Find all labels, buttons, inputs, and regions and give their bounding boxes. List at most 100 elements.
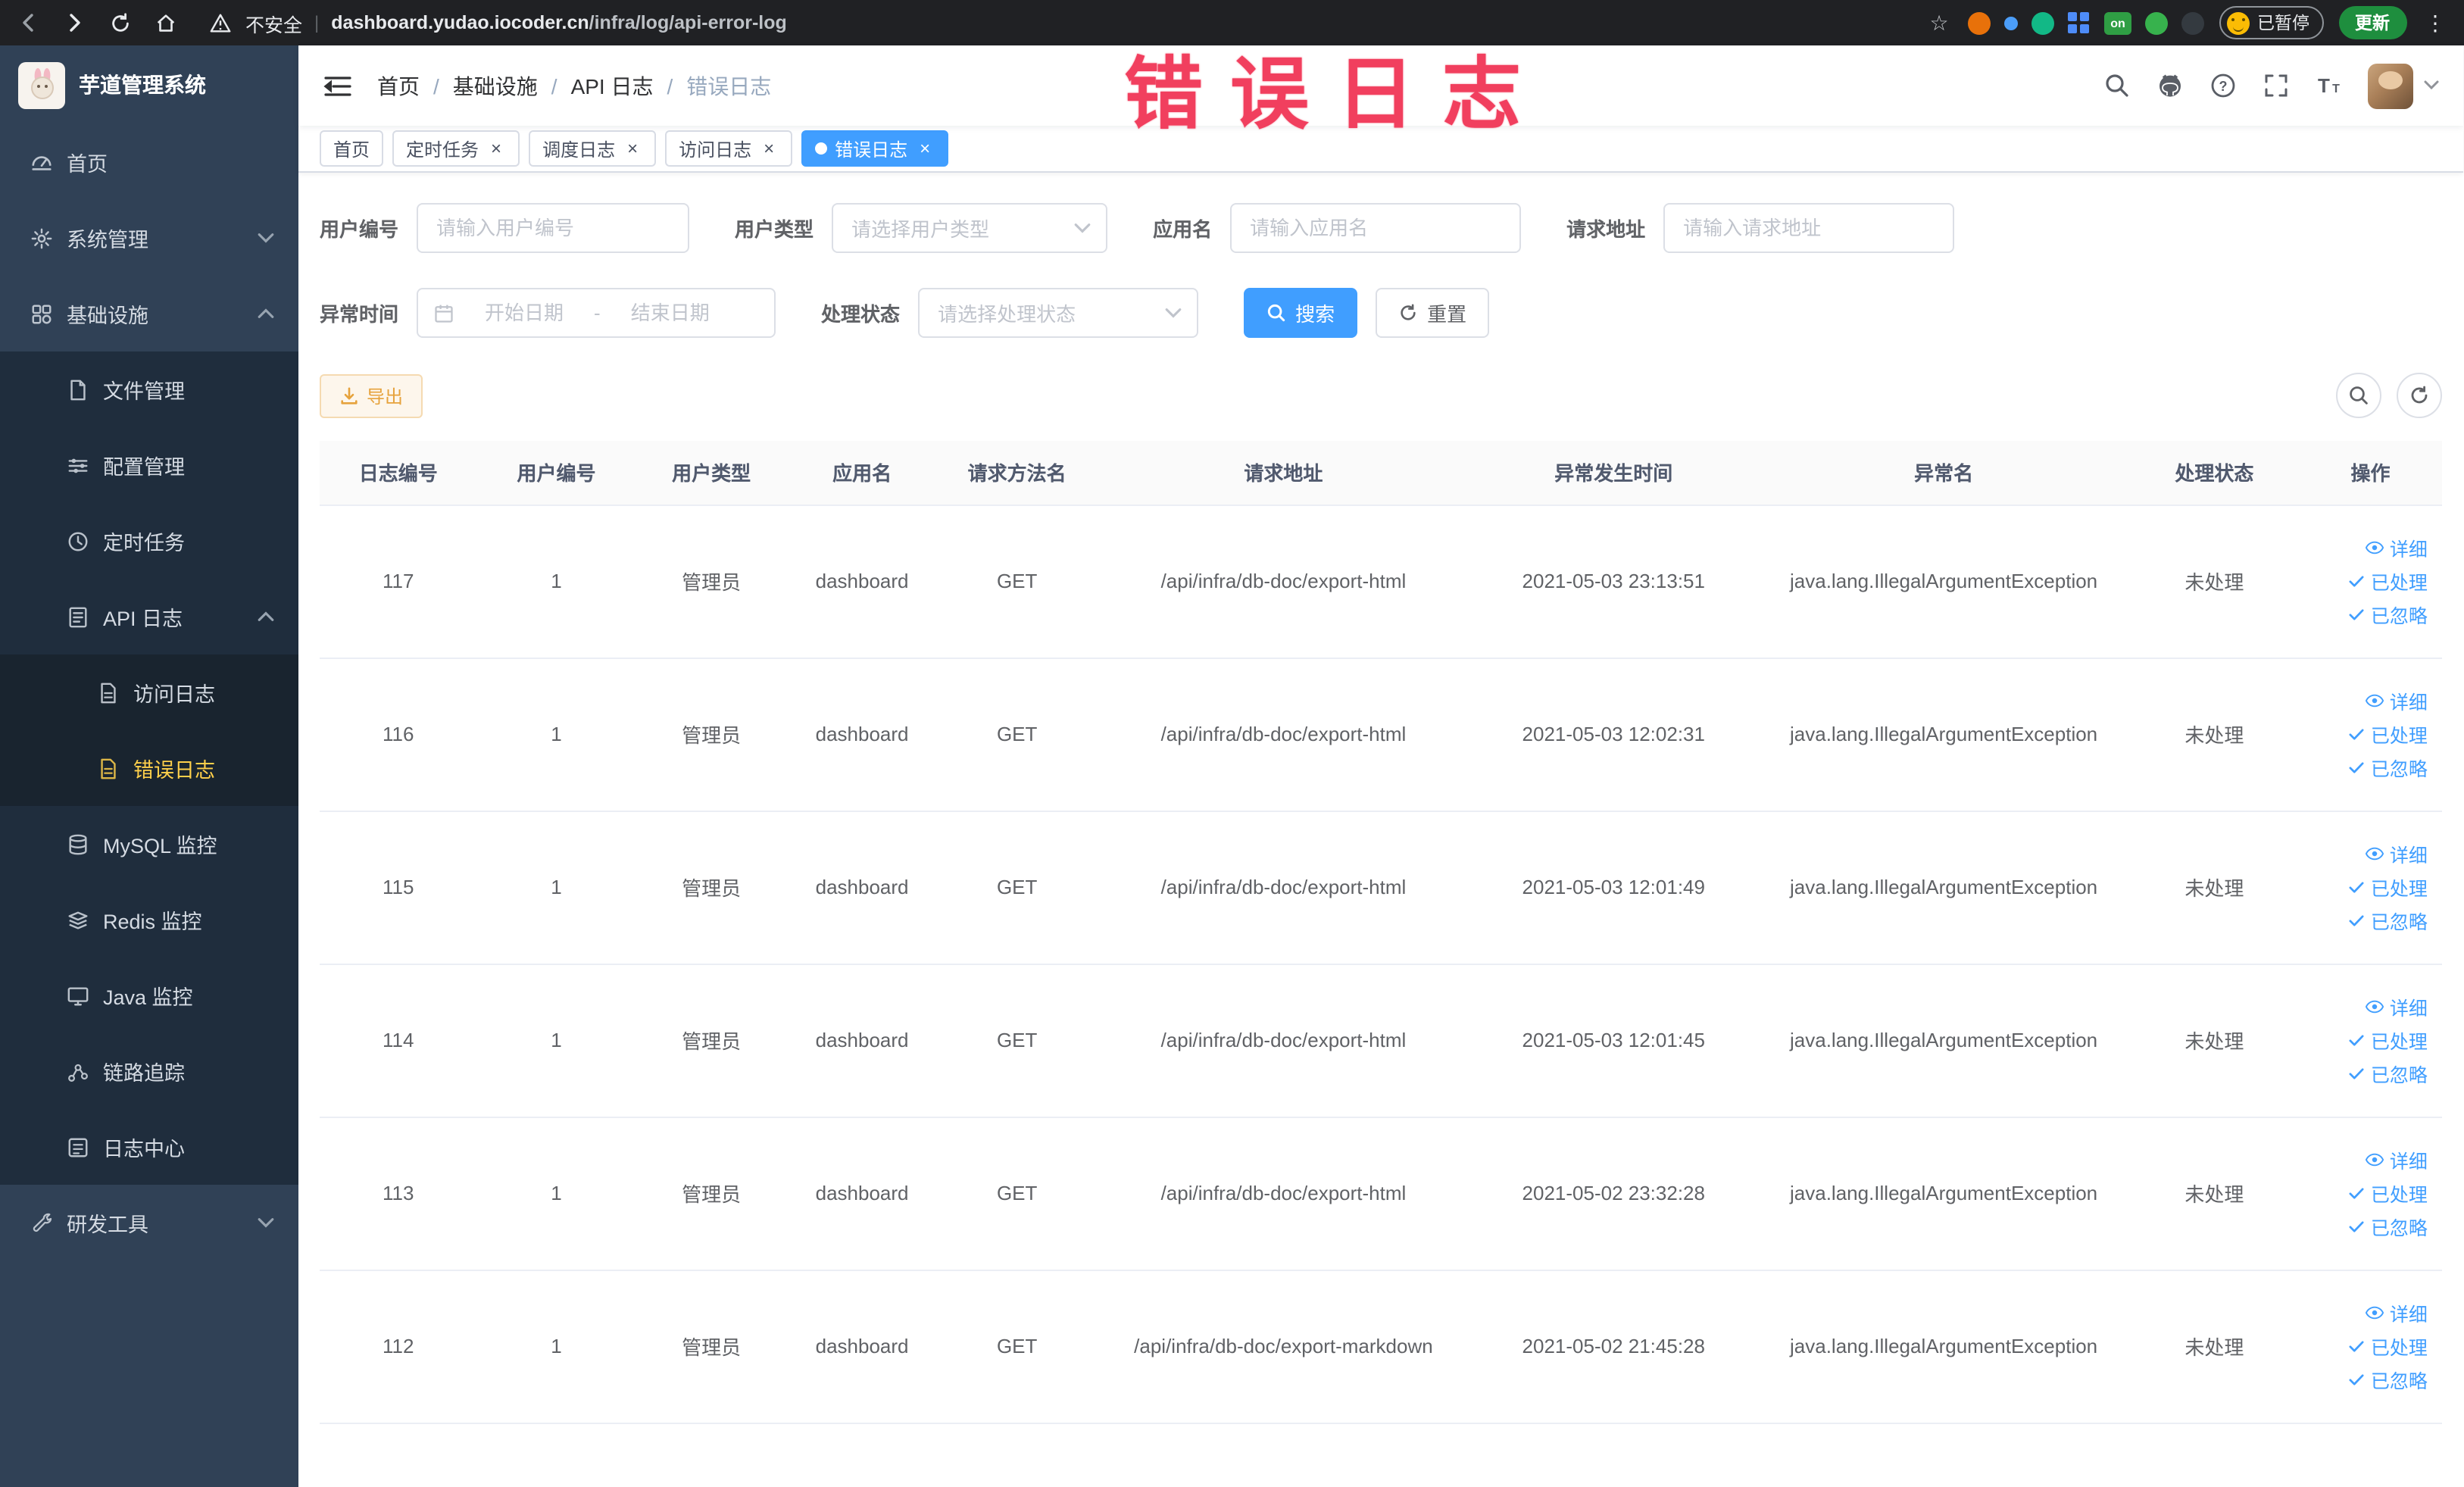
- back-button[interactable]: [15, 9, 42, 36]
- cell-url: /api/infra/db-doc/export-html: [1096, 505, 1471, 658]
- request-url-input[interactable]: [1663, 203, 1955, 253]
- breadcrumb: 首页 / 基础设施 / API 日志 / 错误日志: [377, 70, 771, 101]
- sidebar-item-file[interactable]: 文件管理: [0, 351, 298, 427]
- close-icon[interactable]: ×: [915, 139, 935, 158]
- sidebar-logo[interactable]: 芋道管理系统: [0, 45, 298, 124]
- extension-icon[interactable]: [2068, 11, 2091, 34]
- close-icon[interactable]: ×: [486, 139, 506, 158]
- search-button-label: 搜索: [1295, 303, 1335, 326]
- browser-menu-icon[interactable]: ⋮: [2422, 10, 2449, 36]
- sidebar-item-infra[interactable]: 基础设施: [0, 276, 298, 351]
- start-date-input[interactable]: [465, 301, 584, 324]
- sidebar-item-task[interactable]: 定时任务: [0, 503, 298, 579]
- action-detail-link[interactable]: 详细: [2366, 1145, 2428, 1174]
- cell-method: GET: [937, 811, 1097, 964]
- address-bar[interactable]: 不安全 | dashboard.yudao.iocoder.cn/infra/l…: [206, 8, 1907, 37]
- action-ignored-link[interactable]: 已忽略: [2347, 753, 2428, 782]
- paused-badge[interactable]: 已暂停: [2219, 6, 2323, 39]
- action-detail-link[interactable]: 详细: [2366, 1298, 2428, 1327]
- action-detail-link[interactable]: 详细: [2366, 533, 2428, 562]
- extension-icon[interactable]: on: [2104, 11, 2131, 34]
- extension-icon[interactable]: [2181, 11, 2204, 34]
- close-icon[interactable]: ×: [623, 139, 642, 158]
- calendar-icon: [435, 304, 453, 322]
- action-label: 已忽略: [2370, 606, 2428, 627]
- user-menu[interactable]: [2368, 63, 2440, 108]
- action-processed-link[interactable]: 已处理: [2347, 1332, 2428, 1360]
- sidebar-item-log-center[interactable]: 日志中心: [0, 1109, 298, 1185]
- action-detail-link[interactable]: 详细: [2366, 992, 2428, 1021]
- sidebar-item-dev-tools[interactable]: 研发工具: [0, 1185, 298, 1261]
- help-icon[interactable]: ?: [2209, 72, 2237, 99]
- search-toggle-button[interactable]: [2336, 373, 2382, 418]
- action-ignored-link[interactable]: 已忽略: [2347, 1059, 2428, 1088]
- action-detail-link[interactable]: 详细: [2366, 686, 2428, 715]
- export-button[interactable]: 导出: [320, 373, 423, 417]
- sidebar-item-trace[interactable]: 链路追踪: [0, 1033, 298, 1109]
- sidebar-item-access-log[interactable]: 访问日志: [0, 654, 298, 730]
- action-processed-link[interactable]: 已处理: [2347, 1026, 2428, 1054]
- action-ignored-link[interactable]: 已忽略: [2347, 1212, 2428, 1241]
- action-processed-link[interactable]: 已处理: [2347, 720, 2428, 748]
- action-processed-link[interactable]: 已处理: [2347, 873, 2428, 901]
- browser-update-button[interactable]: 更新: [2338, 6, 2406, 39]
- bookmark-star-icon[interactable]: ☆: [1925, 9, 1953, 36]
- action-ignored-link[interactable]: 已忽略: [2347, 906, 2428, 935]
- sidebar-item-label: 日志中心: [103, 1138, 185, 1161]
- sidebar-item-config[interactable]: 配置管理: [0, 427, 298, 503]
- process-status-select[interactable]: 请选择处理状态: [918, 288, 1199, 338]
- extension-icon[interactable]: [2004, 16, 2018, 30]
- tags-view-bar: 首页 定时任务 × 调度日志 × 访问日志 × 错误日志 ×: [298, 126, 2464, 173]
- action-detail-link[interactable]: 详细: [2366, 839, 2428, 868]
- action-processed-link[interactable]: 已处理: [2347, 1179, 2428, 1207]
- extension-icon[interactable]: [2031, 11, 2054, 34]
- font-size-icon[interactable]: TT: [2316, 72, 2343, 99]
- sidebar-item-redis[interactable]: Redis 监控: [0, 882, 298, 957]
- sidebar-item-mysql[interactable]: MySQL 监控: [0, 806, 298, 882]
- tab-schedule-log[interactable]: 调度日志 ×: [529, 130, 657, 167]
- forward-button[interactable]: [61, 9, 88, 36]
- tab-timed-task[interactable]: 定时任务 ×: [392, 130, 520, 167]
- cell-exception: java.lang.IllegalArgumentException: [1757, 1270, 2131, 1423]
- extension-icon[interactable]: [2145, 11, 2168, 34]
- search-button[interactable]: 搜索: [1244, 288, 1358, 338]
- close-icon[interactable]: ×: [759, 139, 779, 158]
- header-actions: ? TT: [2103, 63, 2440, 108]
- reset-button[interactable]: 重置: [1376, 288, 1490, 338]
- check-icon: [2347, 758, 2366, 777]
- user-type-select[interactable]: 请选择用户类型: [832, 203, 1108, 253]
- action-ignored-link[interactable]: 已忽略: [2347, 1365, 2428, 1394]
- chevron-down-icon: [2425, 72, 2440, 99]
- app-name-input[interactable]: [1230, 203, 1522, 253]
- sidebar-item-home[interactable]: 首页: [0, 124, 298, 200]
- breadcrumb-item[interactable]: 首页: [377, 70, 420, 101]
- cell-user-type: 管理员: [636, 964, 787, 1117]
- sidebar-item-error-log[interactable]: 错误日志: [0, 730, 298, 806]
- reload-button[interactable]: [106, 9, 133, 36]
- cell-user-type: 管理员: [636, 1117, 787, 1270]
- hamburger-icon[interactable]: [323, 70, 353, 101]
- tab-label: 定时任务: [406, 139, 479, 160]
- breadcrumb-item[interactable]: API 日志: [571, 70, 654, 101]
- action-ignored-link[interactable]: 已忽略: [2347, 600, 2428, 629]
- search-icon[interactable]: [2103, 72, 2131, 99]
- refresh-table-button[interactable]: [2397, 373, 2443, 418]
- user-id-input[interactable]: [417, 203, 690, 253]
- sidebar-item-api-log[interactable]: API 日志: [0, 579, 298, 654]
- home-button[interactable]: [151, 9, 179, 36]
- tab-access-log[interactable]: 访问日志 ×: [665, 130, 793, 167]
- end-date-input[interactable]: [611, 301, 729, 324]
- sidebar-item-system[interactable]: 系统管理: [0, 200, 298, 276]
- action-processed-link[interactable]: 已处理: [2347, 567, 2428, 595]
- breadcrumb-item[interactable]: 基础设施: [453, 70, 538, 101]
- github-icon[interactable]: [2156, 72, 2184, 99]
- extension-icon[interactable]: [1968, 11, 1991, 34]
- fullscreen-icon[interactable]: [2263, 72, 2290, 99]
- tab-home[interactable]: 首页: [320, 130, 384, 167]
- sidebar-item-java[interactable]: Java 监控: [0, 957, 298, 1033]
- cell-user-id: 1: [476, 1270, 636, 1423]
- action-label: 已忽略: [2370, 912, 2428, 933]
- tab-error-log[interactable]: 错误日志 ×: [801, 130, 949, 167]
- redis-icon: [67, 908, 89, 931]
- exception-time-range[interactable]: -: [417, 288, 776, 338]
